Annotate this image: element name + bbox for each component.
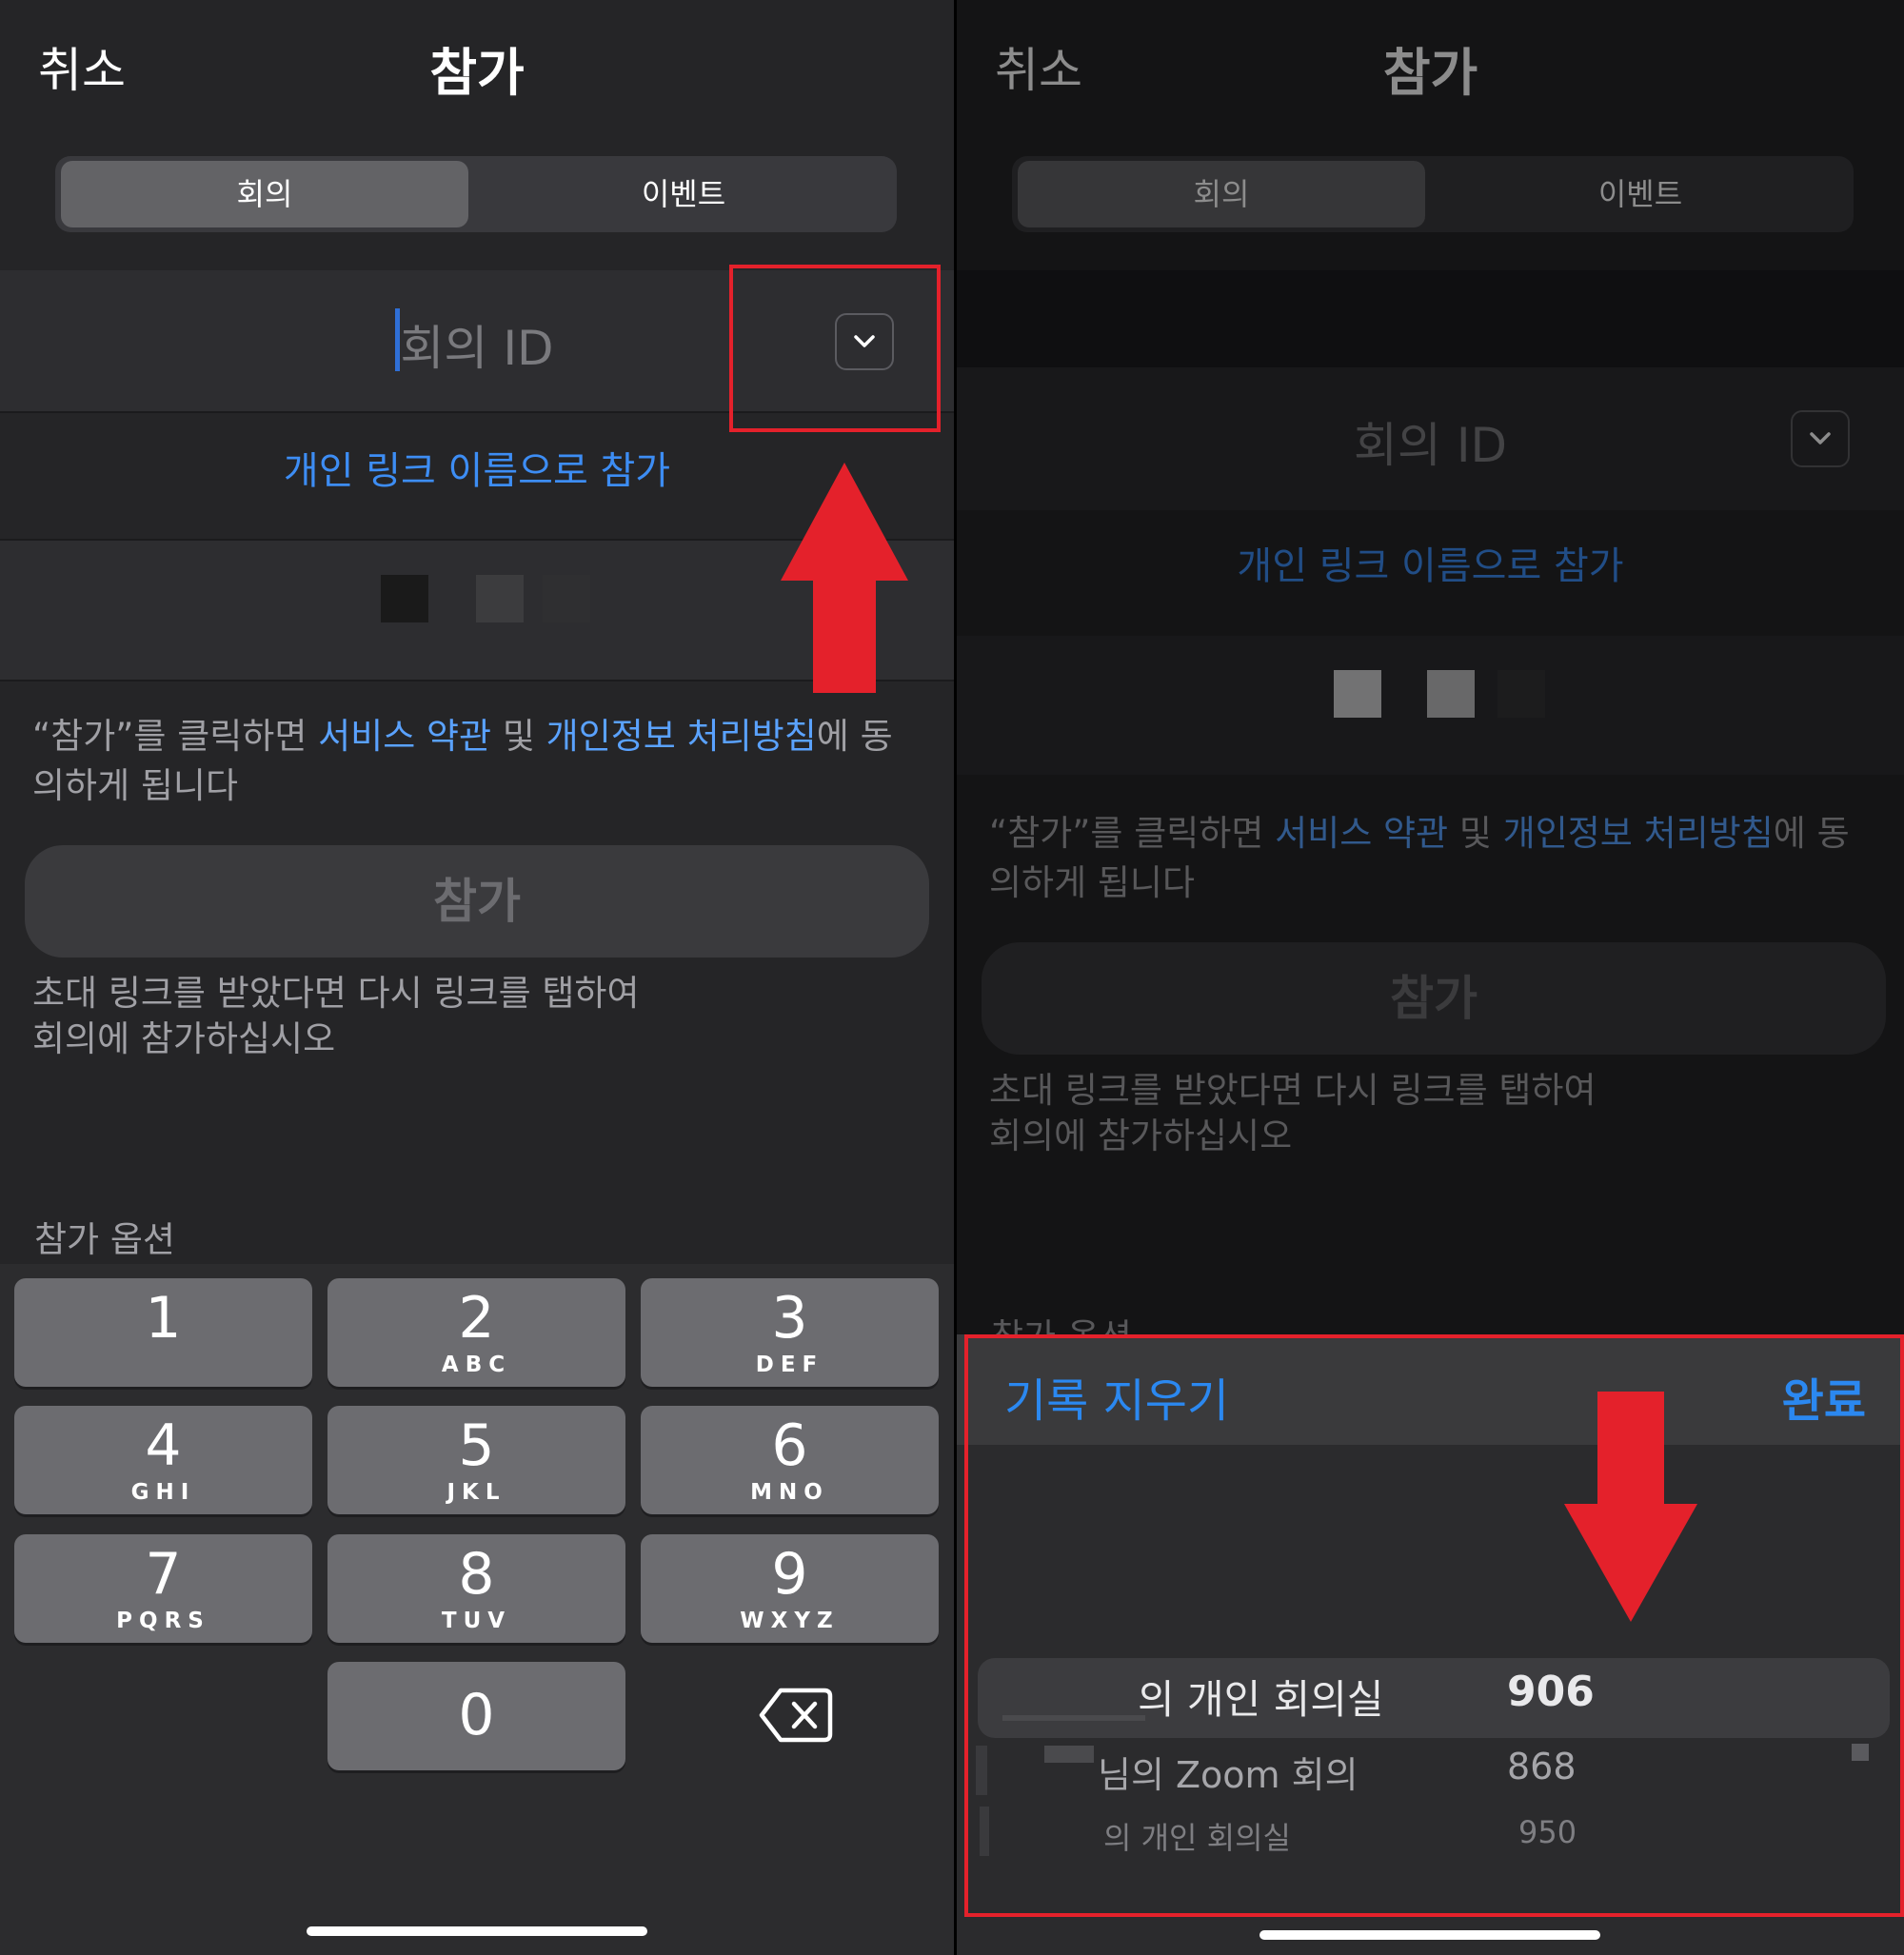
key-letters: ABC xyxy=(441,1353,512,1377)
key-8[interactable]: 8 TUV xyxy=(327,1534,625,1643)
key-digit: 1 xyxy=(145,1285,182,1352)
key-letters: GHI xyxy=(130,1480,196,1505)
join-button[interactable]: 참가 xyxy=(25,845,929,958)
tab-meeting[interactable]: 회의 xyxy=(61,156,468,232)
key-digit: 7 xyxy=(145,1541,182,1608)
key-6[interactable]: 6 MNO xyxy=(641,1406,939,1514)
invite-hint-line1: 초대 링크를 받았다면 다시 링크를 탭하여 xyxy=(32,973,640,1014)
annotation-highlight-box xyxy=(964,1334,1904,1917)
key-digit: 3 xyxy=(771,1285,808,1352)
annotation-highlight-box xyxy=(729,265,941,432)
key-digit: 0 xyxy=(458,1682,495,1748)
privacy-policy-link[interactable]: 개인정보 처리방침 xyxy=(546,716,817,757)
key-letters: PQRS xyxy=(116,1609,210,1633)
left-screen: 취소 참가 회의 이벤트 회의 ID 개인 링크 이름으로 참가 “참가”를 클… xyxy=(0,0,954,1955)
numeric-keypad: 1 2 ABC 3 DEF 4 GHI 5 JKL 6 MNO 7 PQRS 8 TUV 9W… xyxy=(0,1264,954,1955)
key-7[interactable]: 7 PQRS xyxy=(14,1534,312,1643)
home-indicator xyxy=(307,1926,647,1936)
redacted-block xyxy=(543,575,590,622)
service-terms-link[interactable]: 서비스 약관 xyxy=(318,716,491,757)
key-digit: 4 xyxy=(145,1412,182,1479)
invite-hint-line2: 회의에 참가하십시오 xyxy=(32,1018,336,1059)
key-digit: 9 xyxy=(771,1541,808,1608)
key-digit: 8 xyxy=(458,1541,495,1608)
terms-and: 및 xyxy=(491,716,546,757)
key-letters: JKL xyxy=(446,1480,506,1505)
backspace-icon xyxy=(759,1688,833,1743)
key-0[interactable]: 0 xyxy=(327,1662,625,1770)
key-9[interactable]: 9 WXYZ xyxy=(641,1534,939,1643)
redacted-block xyxy=(476,575,524,622)
delete-key[interactable] xyxy=(758,1685,834,1746)
key-3[interactable]: 3 DEF xyxy=(641,1278,939,1387)
page-title: 참가 xyxy=(429,43,525,103)
key-letters: DEF xyxy=(755,1353,824,1377)
key-4[interactable]: 4 GHI xyxy=(14,1406,312,1514)
key-digit: 6 xyxy=(771,1412,808,1479)
redacted-block xyxy=(381,575,428,622)
right-screen: 취소 참가 회의 이벤트 회의 ID 개인 링크 이름으로 참가 “참가”를 클… xyxy=(957,0,1904,1955)
segmented-control: 회의 이벤트 xyxy=(55,156,897,232)
key-letters: MNO xyxy=(750,1480,829,1505)
join-options-heading: 참가 옵션 xyxy=(34,1219,175,1260)
home-indicator xyxy=(1259,1930,1600,1940)
terms-text: “참가”를 클릭하면 서비스 약관 및 개인정보 처리방침에 동의하게 됩니다 xyxy=(32,712,908,811)
key-digit: 5 xyxy=(458,1412,495,1479)
tab-event[interactable]: 이벤트 xyxy=(476,156,891,232)
key-1[interactable]: 1 xyxy=(14,1278,312,1387)
key-digit: 2 xyxy=(458,1285,495,1352)
annotation-up-arrow-icon xyxy=(781,463,908,693)
key-2[interactable]: 2 ABC xyxy=(327,1278,625,1387)
key-letters: WXYZ xyxy=(740,1609,840,1633)
terms-prefix: “참가”를 클릭하면 xyxy=(32,716,319,757)
key-letters: TUV xyxy=(441,1609,512,1633)
invite-hint: 초대 링크를 받았다면 다시 링크를 탭하여 회의에 참가하십시오 xyxy=(32,971,640,1062)
key-5[interactable]: 5 JKL xyxy=(327,1406,625,1514)
annotation-down-arrow-icon xyxy=(1564,1392,1697,1622)
